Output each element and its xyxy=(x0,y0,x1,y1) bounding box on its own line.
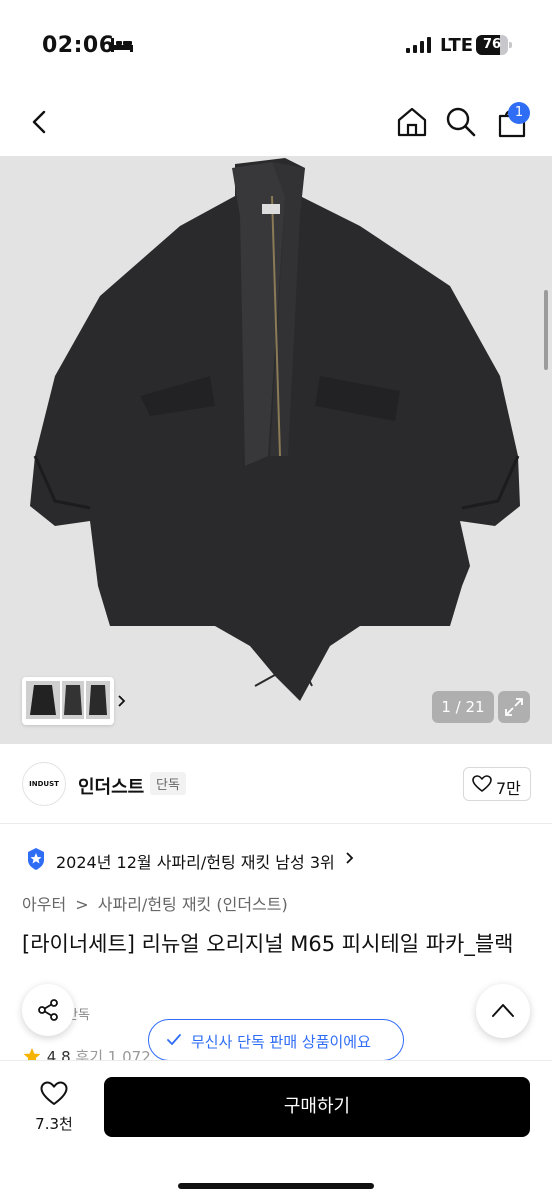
thumbnail-2[interactable] xyxy=(62,681,84,719)
check-icon xyxy=(167,1034,181,1045)
wish-count: 7.3천 xyxy=(35,1115,73,1133)
brand-name[interactable]: 인더스트 xyxy=(78,773,144,799)
battery-icon: 76 xyxy=(476,35,512,55)
rating-value: 4.8 xyxy=(46,1048,71,1060)
battery-level: 76 xyxy=(482,37,502,52)
home-icon[interactable] xyxy=(394,104,430,140)
exclusive-notice-text: 무신사 단독 판매 상품이에요 xyxy=(191,1033,371,1051)
review-count[interactable]: 후기 1,072 xyxy=(75,1048,150,1060)
top-nav-bar xyxy=(0,90,552,156)
scroll-to-top-button[interactable] xyxy=(476,984,530,1038)
share-button[interactable] xyxy=(22,984,74,1036)
product-photo xyxy=(30,158,520,701)
chevron-right-icon[interactable] xyxy=(346,852,354,864)
category-item-outer[interactable]: 아우터 xyxy=(22,895,66,914)
brand-logo[interactable]: INDUST xyxy=(22,762,66,806)
home-indicator xyxy=(178,1183,374,1189)
product-title: [라이너세트] 리뉴얼 오리지널 M65 피시테일 파카_블랙 xyxy=(22,932,514,956)
brand-tag: 단독 xyxy=(150,772,186,795)
share-icon xyxy=(38,999,58,1021)
heart-icon xyxy=(472,775,492,792)
cart-count-badge: 1 xyxy=(508,102,530,124)
thumbnail-3[interactable] xyxy=(86,681,110,719)
rating-row[interactable]: 4.8 후기 1,072 xyxy=(22,1046,151,1060)
category-separator: > xyxy=(75,895,89,914)
bottom-purchase-bar: 7.3천 구매하기 xyxy=(0,1060,552,1200)
status-time: 02:06 xyxy=(42,33,115,58)
brand-like-count: 7만 xyxy=(496,779,521,798)
chevron-up-icon xyxy=(492,1004,514,1017)
brand-row[interactable]: INDUST 인더스트 단독 7만 xyxy=(0,744,552,824)
status-bar: 02:06 LTE 76 xyxy=(0,0,552,90)
signal-icon xyxy=(406,37,431,53)
back-icon[interactable] xyxy=(24,104,56,140)
bed-icon xyxy=(111,38,133,52)
search-icon[interactable] xyxy=(444,104,478,140)
category-breadcrumb: 아우터 > 사파리/헌팅 재킷 (인더스트) xyxy=(22,891,292,915)
buy-button[interactable]: 구매하기 xyxy=(104,1077,530,1137)
category-item-safari[interactable]: 사파리/헌팅 재킷 (인더스트) xyxy=(98,895,288,914)
ranking-link[interactable]: 2024년 12월 사파리/헌팅 재킷 남성 3위 xyxy=(56,849,335,873)
expand-button[interactable] xyxy=(498,691,530,723)
brand-like-button[interactable]: 7만 xyxy=(463,767,531,801)
exclusive-notice-pill[interactable]: 무신사 단독 판매 상품이에요 xyxy=(148,1019,404,1061)
image-pager: 1 / 21 xyxy=(432,691,494,723)
product-image-gallery[interactable]: 1 / 21 xyxy=(0,156,552,744)
star-icon xyxy=(23,1048,41,1060)
chevron-right-icon[interactable] xyxy=(118,695,126,707)
heart-icon[interactable] xyxy=(40,1081,68,1107)
expand-icon xyxy=(505,698,523,716)
thumbnail-1[interactable] xyxy=(26,681,60,719)
scroll-indicator xyxy=(544,290,548,370)
thumbnail-strip[interactable] xyxy=(22,677,126,725)
ranking-badge-icon xyxy=(28,848,44,870)
network-label: LTE xyxy=(440,35,474,56)
